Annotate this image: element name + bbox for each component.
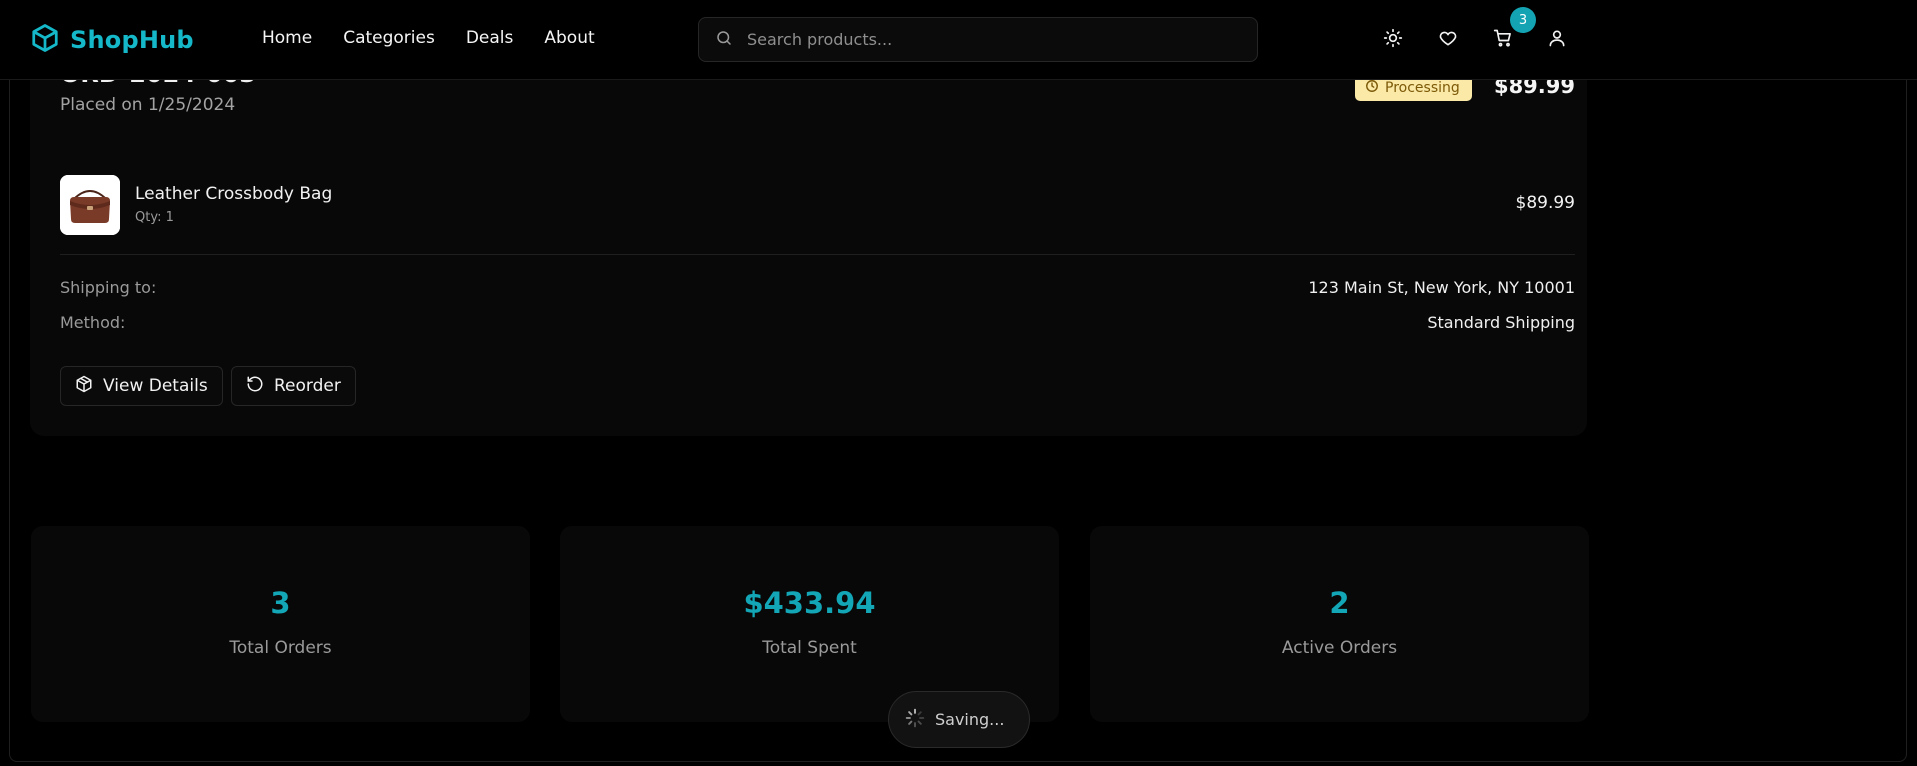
method-label: Method: <box>60 313 126 332</box>
stat-value: 3 <box>270 586 291 620</box>
clock-icon <box>1365 79 1379 97</box>
main-nav: Home Categories Deals About <box>262 28 595 48</box>
product-price: $89.99 <box>1515 193 1575 213</box>
product-image[interactable] <box>60 175 120 235</box>
divider <box>60 254 1575 255</box>
status-label: Processing <box>1385 80 1460 96</box>
cart-button[interactable] <box>1489 26 1517 54</box>
reorder-label: Reorder <box>274 376 341 396</box>
search-input[interactable] <box>747 30 1227 49</box>
brand-name: ShopHub <box>70 26 194 54</box>
stat-total-orders: 3 Total Orders <box>31 526 530 722</box>
order-card: ORD-2024-003 Placed on 1/25/2024 Process… <box>30 40 1587 436</box>
product-quantity: Qty: 1 <box>135 210 174 225</box>
rotate-icon <box>246 375 264 398</box>
search-bar[interactable] <box>698 17 1258 62</box>
heart-icon <box>1438 28 1458 52</box>
order-date: Placed on 1/25/2024 <box>60 95 236 115</box>
stat-value: $433.94 <box>743 586 876 620</box>
nav-deals[interactable]: Deals <box>466 28 514 48</box>
stat-value: 2 <box>1329 586 1350 620</box>
shipping-method: Standard Shipping <box>1427 313 1575 332</box>
brand-logo[interactable]: ShopHub <box>30 22 194 58</box>
shipping-address: 123 Main St, New York, NY 10001 <box>1308 278 1575 297</box>
top-header: ShopHub Home Categories Deals About 3 <box>0 0 1917 80</box>
stat-active-orders: 2 Active Orders <box>1090 526 1589 722</box>
package-icon <box>75 375 93 398</box>
saving-label: Saving... <box>935 710 1005 729</box>
theme-toggle-button[interactable] <box>1379 26 1407 54</box>
nav-about[interactable]: About <box>544 28 594 48</box>
stat-label: Total Spent <box>762 638 857 658</box>
stat-label: Active Orders <box>1281 638 1398 658</box>
reorder-button[interactable]: Reorder <box>231 366 356 406</box>
cart-count-badge: 3 <box>1510 7 1536 33</box>
saving-toast: Saving... <box>888 691 1030 748</box>
box-logo-icon <box>30 22 60 58</box>
nav-categories[interactable]: Categories <box>343 28 435 48</box>
product-name[interactable]: Leather Crossbody Bag <box>135 184 332 204</box>
view-details-label: View Details <box>103 376 208 396</box>
account-button[interactable] <box>1543 26 1571 54</box>
spinner-icon <box>905 708 925 732</box>
cart-icon <box>1493 28 1513 52</box>
view-details-button[interactable]: View Details <box>60 366 223 406</box>
user-icon <box>1547 28 1567 52</box>
stat-label: Total Orders <box>229 638 332 658</box>
search-icon <box>699 29 733 51</box>
wishlist-button[interactable] <box>1434 26 1462 54</box>
sun-icon <box>1383 28 1403 52</box>
nav-home[interactable]: Home <box>262 28 312 48</box>
shipping-label: Shipping to: <box>60 278 157 297</box>
